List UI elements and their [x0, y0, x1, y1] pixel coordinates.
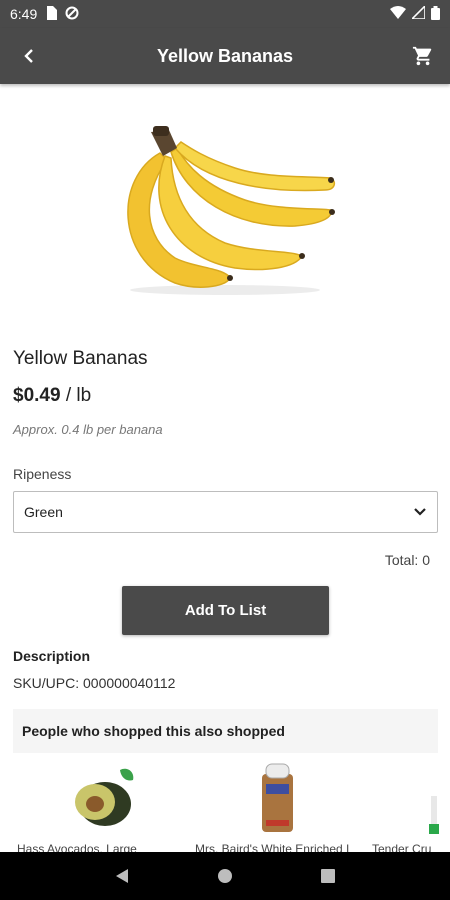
- price-unit: / lb: [60, 385, 92, 406]
- square-recents-icon: [321, 869, 336, 883]
- nav-back-button[interactable]: [107, 861, 137, 891]
- product-name: Yellow Bananas: [13, 348, 148, 369]
- system-nav-bar: [0, 852, 450, 900]
- description-heading: Description: [13, 648, 91, 664]
- sku-upc: SKU/UPC: 000000040112: [13, 675, 176, 691]
- wifi-icon: [390, 6, 406, 22]
- nav-home-button[interactable]: [210, 861, 240, 891]
- chevron-down-icon: [413, 507, 427, 517]
- product-image: [105, 118, 345, 298]
- circle-home-icon: [217, 869, 232, 883]
- data-saver-icon: [65, 6, 79, 23]
- triangle-back-icon: [115, 869, 128, 883]
- recommended-item-tender-cru[interactable]: Tender Cru: [370, 760, 450, 855]
- price-line: $0.49 / lb: [13, 385, 91, 407]
- status-time: 6:49: [10, 6, 38, 22]
- total-count: Total: 0: [384, 552, 430, 568]
- also-shopped-header: People who shopped this also shopped: [13, 709, 438, 753]
- signal-icon: [410, 4, 426, 22]
- product-price: $0.49: [13, 385, 61, 406]
- ripeness-selected-value: Green: [24, 504, 63, 520]
- bread-image: [262, 763, 293, 832]
- ripeness-dropdown[interactable]: Green: [13, 491, 438, 533]
- nav-recents-button[interactable]: [313, 861, 343, 891]
- battery-icon: [431, 5, 440, 23]
- arrow-back-icon: [24, 49, 33, 63]
- recommended-item-avocado[interactable]: Hass Avocados, Large: [13, 760, 183, 855]
- avocado-image: [75, 768, 134, 826]
- also-shopped-heading: People who shopped this also shopped: [22, 723, 285, 739]
- shopping-cart-icon: [412, 46, 432, 66]
- recommended-item-bread[interactable]: Mrs. Baird's White Enriched I: [190, 760, 360, 855]
- ripeness-label: Ripeness: [13, 466, 72, 482]
- product-thumbnail-image: [429, 796, 439, 834]
- status-bar: 6:49: [0, 0, 450, 28]
- page-title: Yellow Bananas: [156, 45, 294, 66]
- add-to-list-button[interactable]: Add To List: [122, 586, 329, 635]
- approx-weight: Approx. 0.4 lb per banana: [13, 422, 163, 437]
- cart-button[interactable]: [408, 42, 438, 70]
- sim-card-icon: [45, 5, 58, 23]
- app-bar: Yellow Bananas: [0, 28, 450, 84]
- back-button[interactable]: [14, 42, 44, 70]
